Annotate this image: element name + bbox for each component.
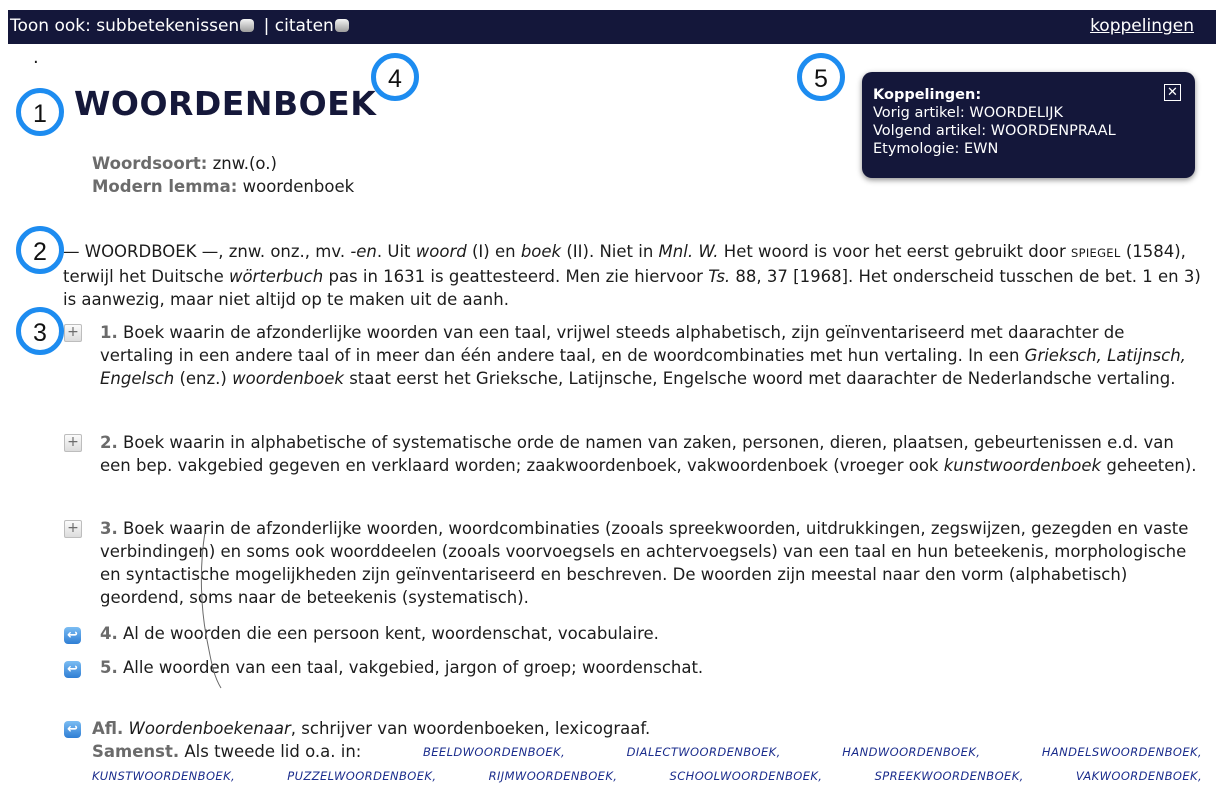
sense-text: (enz.) [179, 369, 227, 388]
show-also-bar: Toon ook: subbetekenissen | citaten [10, 16, 353, 36]
pencil-stroke-icon [200, 531, 222, 689]
intro-plural: -en [350, 242, 377, 261]
return-arrow-icon[interactable]: ↩ [64, 661, 81, 678]
intro-italic: Mnl. W. [658, 242, 719, 261]
intro-text: (I) en [471, 242, 516, 261]
annotation-marker-4: 4 [371, 53, 419, 101]
intro-word: WOORDBOEK [84, 242, 197, 261]
popup-prev-article[interactable]: Vorig artikel: WOORDELIJK [873, 104, 1116, 122]
compound-link[interactable]: PUZZELWOORDENBOEK, [287, 764, 436, 788]
intro-italic: woord [415, 242, 467, 261]
sense-italic: kunstwoordenboek [943, 456, 1102, 475]
intro-smallcaps: spiegel [1070, 246, 1121, 260]
intro-italic: Ts. [708, 267, 731, 286]
annotation-marker-3: 3 [16, 307, 64, 355]
show-also-label: Toon ook: [10, 16, 91, 36]
compound-link[interactable]: RIJMWOORDENBOEK, [489, 764, 618, 788]
lemma-label: Modern lemma: [92, 177, 238, 196]
sense-text: geheeten). [1106, 456, 1197, 475]
samenst-label: Samenst. [92, 742, 180, 761]
lemma-value: woordenboek [242, 177, 355, 196]
intro-italic: boek [520, 242, 562, 261]
compounds-block: Samenst. Als tweede lid o.a. in: BEELDWO… [92, 740, 1202, 788]
sense-number: 1. [100, 323, 118, 342]
sense-number: 3. [100, 519, 118, 538]
popup-next-article[interactable]: Volgend artikel: WOORDENPRAAL [873, 122, 1116, 140]
annotation-number: 1 [33, 100, 47, 128]
compound-link[interactable]: HANDWOORDENBOEK, [842, 740, 980, 764]
quotes-label: citaten [274, 16, 334, 36]
marker-dot: · [33, 52, 39, 73]
annotation-number: 3 [33, 319, 47, 347]
links-link[interactable]: koppelingen [1090, 16, 1194, 36]
return-arrow-icon[interactable]: ↩ [64, 721, 81, 738]
expand-icon[interactable]: + [64, 324, 82, 342]
sense-text: Boek waarin de afzonderlijke woorden van… [100, 323, 1125, 365]
sense-number: 4. [100, 624, 118, 643]
compound-link[interactable]: VAKWOORDENBOEK, [1076, 764, 1202, 788]
intro-italic: wörterbuch [228, 267, 324, 286]
compound-link[interactable]: SPREEKWOORDENBOEK, [875, 764, 1024, 788]
expand-icon[interactable]: + [64, 520, 82, 538]
sense-number: 2. [100, 433, 118, 452]
annotation-marker-5: 5 [797, 53, 845, 101]
links-popup: Koppelingen: Vorig artikel: WOORDELIJK V… [862, 72, 1195, 178]
annotation-number: 5 [814, 65, 828, 93]
compound-link[interactable]: SCHOOLWOORDENBOEK, [670, 764, 823, 788]
separator: | [263, 16, 270, 36]
article-meta: Woordsoort: znw.(o.) Modern lemma: woord… [92, 152, 354, 198]
lemma-row: Modern lemma: woordenboek [92, 175, 354, 198]
afl-text: , schrijver van woordenboeken, lexicogra… [290, 719, 651, 738]
quotes-toggle[interactable] [334, 19, 349, 32]
intro-text: —, znw. onz., mv. [201, 242, 346, 261]
subsenses-label: subbetekenissen [96, 16, 240, 36]
top-bar: Toon ook: subbetekenissen | citaten kopp… [8, 10, 1216, 44]
pos-row: Woordsoort: znw.(o.) [92, 152, 354, 175]
annotation-marker-1: 1 [16, 88, 64, 136]
close-icon[interactable]: ✕ [1164, 84, 1181, 101]
intro-text: Het woord is voor het eerst gebruikt doo… [723, 242, 1066, 261]
subsenses-toggle[interactable] [240, 19, 255, 32]
sense-text: Boek waarin de afzonderlijke woorden, wo… [100, 519, 1189, 607]
popup-etymology[interactable]: Etymologie: EWN [873, 140, 1116, 158]
sense-number: 5. [100, 658, 118, 677]
intro-text: . Uit [376, 242, 411, 261]
intro-text: pas in 1631 is geattesteerd. Men zie hie… [328, 267, 703, 286]
annotation-number: 4 [388, 65, 402, 93]
afl-label: Afl. [92, 719, 124, 738]
afl-word[interactable]: Woordenboekenaar [129, 719, 291, 738]
compound-link[interactable]: HANDELSWOORDENBOEK, [1042, 740, 1202, 764]
pos-value: znw.(o.) [212, 154, 277, 173]
derivations-row: Afl. Woordenboekenaar, schrijver van woo… [92, 717, 650, 740]
intro-text: (II). Niet in [566, 242, 654, 261]
annotation-number: 2 [33, 238, 47, 266]
intro-paragraph: — WOORDBOEK —, znw. onz., mv. -en. Uit w… [63, 240, 1203, 311]
compound-link[interactable]: DIALECTWOORDENBOEK, [627, 740, 781, 764]
compound-link[interactable]: KUNSTWOORDENBOEK, [92, 764, 235, 788]
return-arrow-icon[interactable]: ↩ [64, 627, 81, 644]
samenst-intro: Als tweede lid o.a. in: [184, 742, 362, 761]
annotation-marker-2: 2 [16, 226, 64, 274]
intro-dash: — [63, 242, 80, 261]
pos-label: Woordsoort: [92, 154, 208, 173]
popup-title: Koppelingen: [873, 87, 982, 103]
compound-link[interactable]: BEELDWOORDENBOEK, [423, 740, 565, 764]
sense-text: staat eerst het Grieksche, Latijnsche, E… [349, 369, 1176, 388]
page-title: WOORDENBOEK [74, 84, 377, 123]
expand-icon[interactable]: + [64, 434, 82, 452]
sense-italic: woordenboek [232, 369, 344, 388]
